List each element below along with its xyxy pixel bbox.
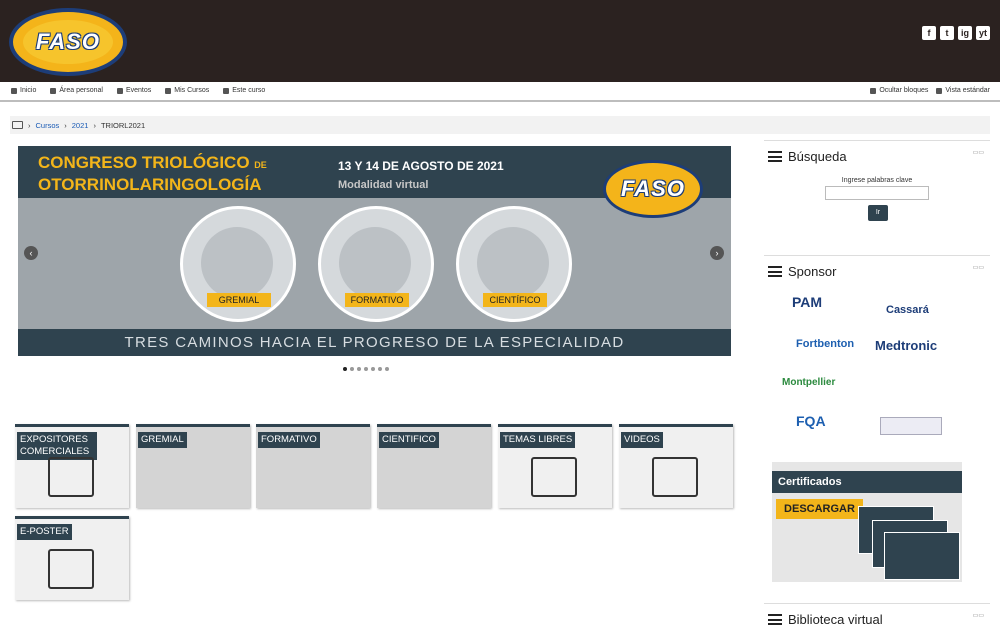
search-block: Búsqueda ▭▭ Ingrese palabras clave Ir (764, 140, 990, 252)
search-label: Ingrese palabras clave (841, 177, 913, 184)
hide-blocks-button[interactable]: Ocultar bloques (870, 87, 928, 94)
carousel-dot[interactable] (357, 367, 361, 371)
sponsor-association-logo[interactable] (880, 417, 942, 435)
sponsor-medtronic[interactable]: Medtronic (875, 338, 937, 353)
certificados-banner[interactable]: Certificados DESCARGAR (772, 462, 962, 582)
facebook-icon[interactable]: f (922, 26, 936, 40)
dashboard-icon (50, 87, 57, 94)
list-icon (768, 614, 782, 625)
nav-este-curso[interactable]: Este curso (223, 87, 265, 94)
instagram-icon[interactable]: ig (958, 26, 972, 40)
carousel-dot[interactable] (343, 367, 347, 371)
tile-cientifico[interactable]: CIENTIFICO (377, 424, 491, 508)
nav-eventos[interactable]: Eventos (116, 87, 151, 94)
expand-icon (936, 87, 943, 94)
courses-icon (165, 87, 172, 94)
tile-label: E-POSTER (17, 524, 72, 540)
breadcrumb-current: TRIORL2021 (100, 120, 146, 130)
home-icon (11, 87, 17, 94)
tile-label: GREMIAL (138, 432, 187, 448)
tile-gremial[interactable]: GREMIAL (136, 424, 250, 508)
tile-formativo[interactable]: FORMATIVO (256, 424, 370, 508)
standard-view-button[interactable]: Vista estándar (936, 87, 990, 94)
tile-label: VIDEOS (621, 432, 663, 448)
logo-text: FASO (36, 29, 100, 54)
carousel-dot[interactable] (378, 367, 382, 371)
circle-gremial: GREMIAL (180, 206, 296, 322)
video-icon (531, 457, 577, 497)
nav-area-personal[interactable]: Área personal (50, 87, 103, 94)
calendar-icon (116, 87, 123, 94)
carousel-dot[interactable] (350, 367, 354, 371)
menu-icon (768, 151, 782, 162)
carousel-dot[interactable] (364, 367, 368, 371)
hero-carousel[interactable]: CONGRESO TRIOLÓGICO DE OTORRINOLARINGOLO… (18, 146, 731, 356)
biblioteca-block: Biblioteca virtual ▭▭ (764, 603, 990, 643)
tile-videos[interactable]: VIDEOS (619, 424, 733, 508)
search-button[interactable]: Ir (868, 205, 888, 221)
banner-date: 13 Y 14 DE AGOSTO DE 2021 (338, 159, 504, 173)
sponsor-montpellier[interactable]: Montpellier (782, 377, 835, 388)
youtube-icon[interactable]: yt (976, 26, 990, 40)
video-icon (652, 457, 698, 497)
tile-label: FORMATIVO (258, 432, 320, 448)
sponsor-block: Sponsor ▭▭ PAM Cassará Fortbenton Medtro… (764, 255, 990, 455)
biblioteca-title: Biblioteca virtual (788, 612, 883, 627)
presentation-icon (48, 549, 94, 589)
search-block-title: Búsqueda (788, 149, 847, 164)
tile-label: TEMAS LIBRES (500, 432, 576, 448)
sponsor-block-title: Sponsor (788, 264, 837, 279)
block-controls-icon[interactable]: ▭▭ (973, 149, 984, 156)
collapse-icon (870, 87, 877, 94)
certificados-title: Certificados (772, 471, 962, 493)
sitemap-icon (223, 87, 230, 94)
carousel-next-arrow-icon[interactable]: › (710, 246, 724, 260)
tile-e-poster[interactable]: E-POSTER (15, 516, 129, 600)
banner-logo: FASO (603, 160, 703, 218)
tile-expositores-comerciales[interactable]: EXPOSITORES COMERCIALES (15, 424, 129, 508)
booth-icon (48, 457, 94, 497)
nav-inicio[interactable]: Inicio (11, 87, 36, 94)
sponsor-pam[interactable]: PAM (792, 294, 822, 310)
tile-temas-libres[interactable]: TEMAS LIBRES (498, 424, 612, 508)
tile-label: CIENTIFICO (379, 432, 439, 448)
tile-label: EXPOSITORES COMERCIALES (17, 432, 97, 460)
breadcrumb-cursos[interactable]: Cursos (36, 121, 60, 130)
block-controls-icon[interactable]: ▭▭ (973, 612, 984, 619)
nav-mis-cursos[interactable]: Mis Cursos (165, 87, 209, 94)
social-links: f t ig yt (922, 26, 990, 40)
banner-mode: Modalidad virtual (338, 179, 429, 191)
certificate-preview (884, 532, 960, 580)
circle-cientifico: CIENTÍFICO (456, 206, 572, 322)
carousel-prev-arrow-icon[interactable]: ‹ (24, 246, 38, 260)
banner-title: CONGRESO TRIOLÓGICO DE OTORRINOLARINGOLO… (38, 153, 267, 194)
carousel-dot[interactable] (385, 367, 389, 371)
list-icon (768, 266, 782, 277)
carousel-dot[interactable] (371, 367, 375, 371)
sponsor-fortbenton[interactable]: Fortbenton (796, 338, 854, 350)
faso-logo[interactable]: FASO (9, 8, 127, 76)
breadcrumb-year[interactable]: 2021 (72, 121, 89, 130)
banner-tagline: TRES CAMINOS HACIA EL PROGRESO DE LA ESP… (18, 329, 731, 356)
search-input[interactable] (825, 186, 929, 200)
breadcrumb: › Cursos › 2021 › TRIORL2021 (10, 116, 990, 134)
sponsor-cassara[interactable]: Cassará (886, 304, 929, 316)
sponsor-fqa[interactable]: FQA (796, 413, 826, 429)
nav-bar: Inicio Área personal Eventos Mis Cursos … (0, 82, 1000, 102)
twitter-icon[interactable]: t (940, 26, 954, 40)
circle-formativo: FORMATIVO (318, 206, 434, 322)
descargar-button[interactable]: DESCARGAR (776, 499, 863, 519)
carousel-indicators (343, 367, 389, 371)
folder-icon (12, 121, 23, 129)
block-controls-icon[interactable]: ▭▭ (973, 264, 984, 271)
site-header: FASO f t ig yt (0, 0, 1000, 82)
